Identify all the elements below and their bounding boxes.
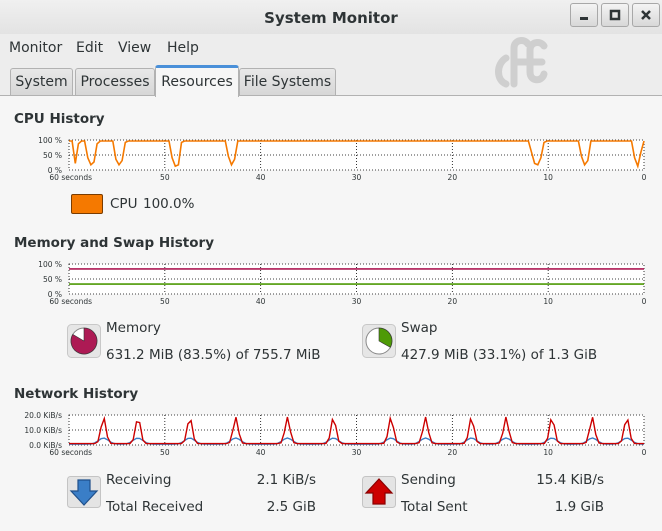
swap-value: 427.9 MiB (33.1%) of 1.3 GiB (401, 347, 598, 363)
total-received-value: 2.5 GiB (266, 499, 316, 515)
network-y-tick-label: 20.0 KiB/s (24, 411, 62, 420)
maximize-button[interactable] (601, 3, 629, 27)
close-button[interactable] (632, 3, 660, 27)
cpu-x-tick-label: 30 (352, 173, 362, 182)
cpu-y-tick-label: 50 % (43, 151, 62, 160)
network-x-tick-label: 0 (642, 448, 647, 457)
total-sent-label: Total Sent (401, 499, 468, 515)
down-arrow-icon (67, 476, 101, 508)
cpu-x-tick-label: 10 (543, 173, 553, 182)
menu-bar: Monitor Edit View Help (0, 34, 662, 62)
cpu-y-tick-label: 100 % (38, 136, 62, 145)
network-x-tick-label: 20 (448, 448, 458, 457)
cpu-x-tick-label: 40 (256, 173, 266, 182)
tab-file-systems[interactable]: File Systems (239, 68, 336, 96)
maximize-icon (609, 9, 621, 21)
sending-label: Sending (401, 472, 456, 488)
cpu-x-tick-label: 50 (160, 173, 170, 182)
memory-history-heading: Memory and Swap History (14, 235, 214, 251)
up-arrow-icon (362, 476, 396, 508)
memory-x-tick-label: 10 (543, 297, 553, 306)
minimize-icon (580, 17, 588, 20)
cpu-history-graph: 100 %50 %0 %60 seconds 50 40 30 20 10 0 (38, 136, 647, 182)
network-x-tick-label: 40 (256, 448, 266, 457)
memory-y-tick-label: 100 % (38, 260, 62, 269)
memory-x-tick-label: 50 (160, 297, 170, 306)
menu-view[interactable]: View (118, 40, 151, 56)
tab-resources[interactable]: Resources (155, 65, 239, 97)
title-bar[interactable]: System Monitor (0, 0, 662, 34)
cpu-history-heading: CPU History (14, 111, 105, 127)
swap-label: Swap (401, 320, 438, 336)
memory-x-tick-label: 0 (642, 297, 647, 306)
menu-edit[interactable]: Edit (76, 40, 103, 56)
network-x-tick-label: 10 (543, 448, 553, 457)
receiving-value: 2.1 KiB/s (256, 472, 316, 488)
network-x-tick-label: 50 (160, 448, 170, 457)
minimize-button[interactable] (570, 3, 598, 27)
tab-processes[interactable]: Processes (75, 68, 155, 96)
total-sent-value: 1.9 GiB (554, 499, 604, 515)
tab-system[interactable]: System (10, 68, 73, 96)
cpu-legend-label: CPU (110, 196, 138, 212)
cpu-x-tick-label: 0 (642, 173, 647, 182)
cpu-x-tick-label: 20 (448, 173, 458, 182)
close-icon (641, 10, 651, 20)
memory-label: Memory (106, 320, 161, 336)
memory-value: 631.2 MiB (83.5%) of 755.7 MiB (106, 347, 321, 363)
cpu-legend-value: 100.0% (143, 196, 195, 212)
memory-y-tick-label: 50 % (43, 275, 62, 284)
memory-x-tick-label: 60 seconds (49, 297, 92, 306)
menu-help[interactable]: Help (167, 40, 199, 56)
notebook-tabs: System Processes Resources File Systems (0, 64, 662, 97)
memory-x-tick-label: 40 (256, 297, 266, 306)
network-x-tick-label: 30 (352, 448, 362, 457)
menu-monitor[interactable]: Monitor (9, 40, 62, 56)
memory-swap-history-graph: 100 %50 %0 %60 seconds 50 40 30 20 10 0 (38, 260, 647, 306)
memory-x-tick-label: 20 (448, 297, 458, 306)
swap-usage-pie[interactable] (362, 324, 396, 358)
memory-x-tick-label: 30 (352, 297, 362, 306)
cpu-x-tick-label: 60 seconds (49, 173, 92, 182)
memory-usage-pie[interactable] (67, 324, 101, 358)
network-history-graph: 20.0 KiB/s10.0 KiB/s0.0 KiB/s60 seconds 5… (24, 411, 647, 457)
receiving-label: Receiving (106, 472, 172, 488)
network-y-tick-label: 10.0 KiB/s (24, 426, 62, 435)
network-history-heading: Network History (14, 386, 139, 402)
cpu-color-swatch[interactable] (71, 194, 103, 214)
resources-panel: CPU History 100 % 50 % 0 % 60 seconds 50 40 30… (0, 95, 662, 531)
total-received-label: Total Received (106, 499, 204, 515)
sending-value: 15.4 KiB/s (536, 472, 604, 488)
window-title: System Monitor (264, 9, 398, 27)
network-x-tick-label: 60 seconds (49, 448, 92, 457)
